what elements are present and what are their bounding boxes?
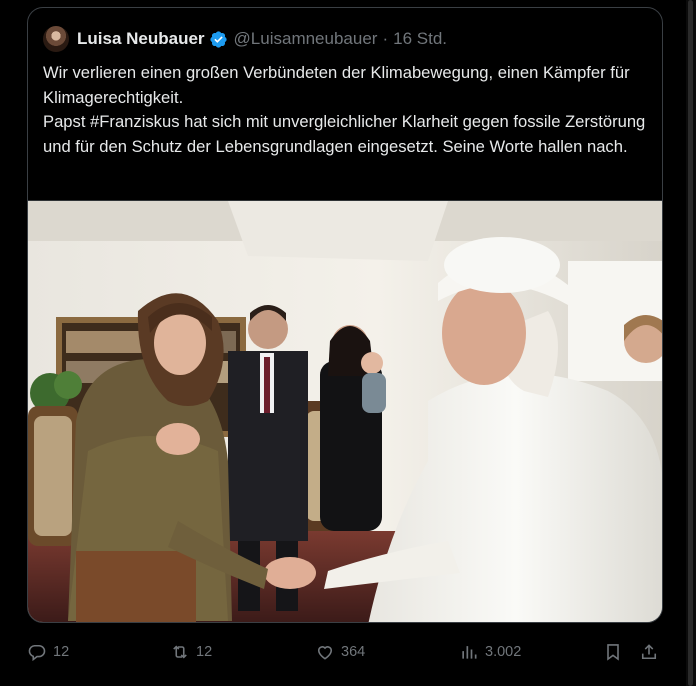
- verified-badge-icon: [209, 30, 227, 48]
- views-button[interactable]: 3.002: [459, 633, 521, 671]
- reply-icon: [28, 644, 46, 662]
- share-icon: [641, 644, 657, 660]
- repost-count: 12: [196, 644, 213, 660]
- photo-illustration: [28, 201, 662, 622]
- repost-button[interactable]: 12: [170, 633, 212, 671]
- share-button[interactable]: [639, 633, 665, 671]
- reply-count: 12: [53, 644, 70, 660]
- author-handle[interactable]: @Luisamneubauer: [234, 29, 378, 49]
- like-button[interactable]: 364: [315, 633, 365, 671]
- page: Luisa Neubauer @Luisamneubauer · 16 Std.…: [0, 0, 696, 686]
- bookmark-icon: [607, 644, 619, 661]
- separator-dot: ·: [382, 29, 389, 48]
- tweet-text-paragraph-2: Papst #Franziskus hat sich mit unverglei…: [43, 110, 648, 159]
- views-count: 3.002: [485, 644, 522, 660]
- like-count: 364: [341, 644, 366, 660]
- author-display-name[interactable]: Luisa Neubauer: [77, 29, 205, 49]
- repost-icon: [173, 645, 187, 659]
- analytics-icon: [462, 646, 477, 659]
- heart-icon: [317, 646, 333, 660]
- scrollbar-thumb[interactable]: [688, 0, 693, 686]
- bookmark-button[interactable]: [603, 633, 629, 671]
- tweet-photo[interactable]: [28, 200, 662, 622]
- avatar[interactable]: [43, 26, 69, 52]
- tweet-text-paragraph-1: Wir verlieren einen großen Verbündeten d…: [43, 63, 630, 107]
- tweet-action-bar: 12 12 364 3.002: [27, 633, 667, 671]
- tweet-text: Wir verlieren einen großen Verbündeten d…: [43, 61, 648, 159]
- reply-button[interactable]: 12: [27, 633, 69, 671]
- tweet-header: Luisa Neubauer @Luisamneubauer · 16 Std.: [43, 24, 447, 54]
- tweet-text-prefix: Papst: [43, 112, 91, 131]
- tweet-timestamp[interactable]: 16 Std.: [393, 29, 447, 49]
- hashtag-link[interactable]: #Franziskus: [90, 112, 179, 131]
- tweet-card[interactable]: Luisa Neubauer @Luisamneubauer · 16 Std.…: [27, 7, 663, 623]
- scrollbar[interactable]: [686, 0, 696, 686]
